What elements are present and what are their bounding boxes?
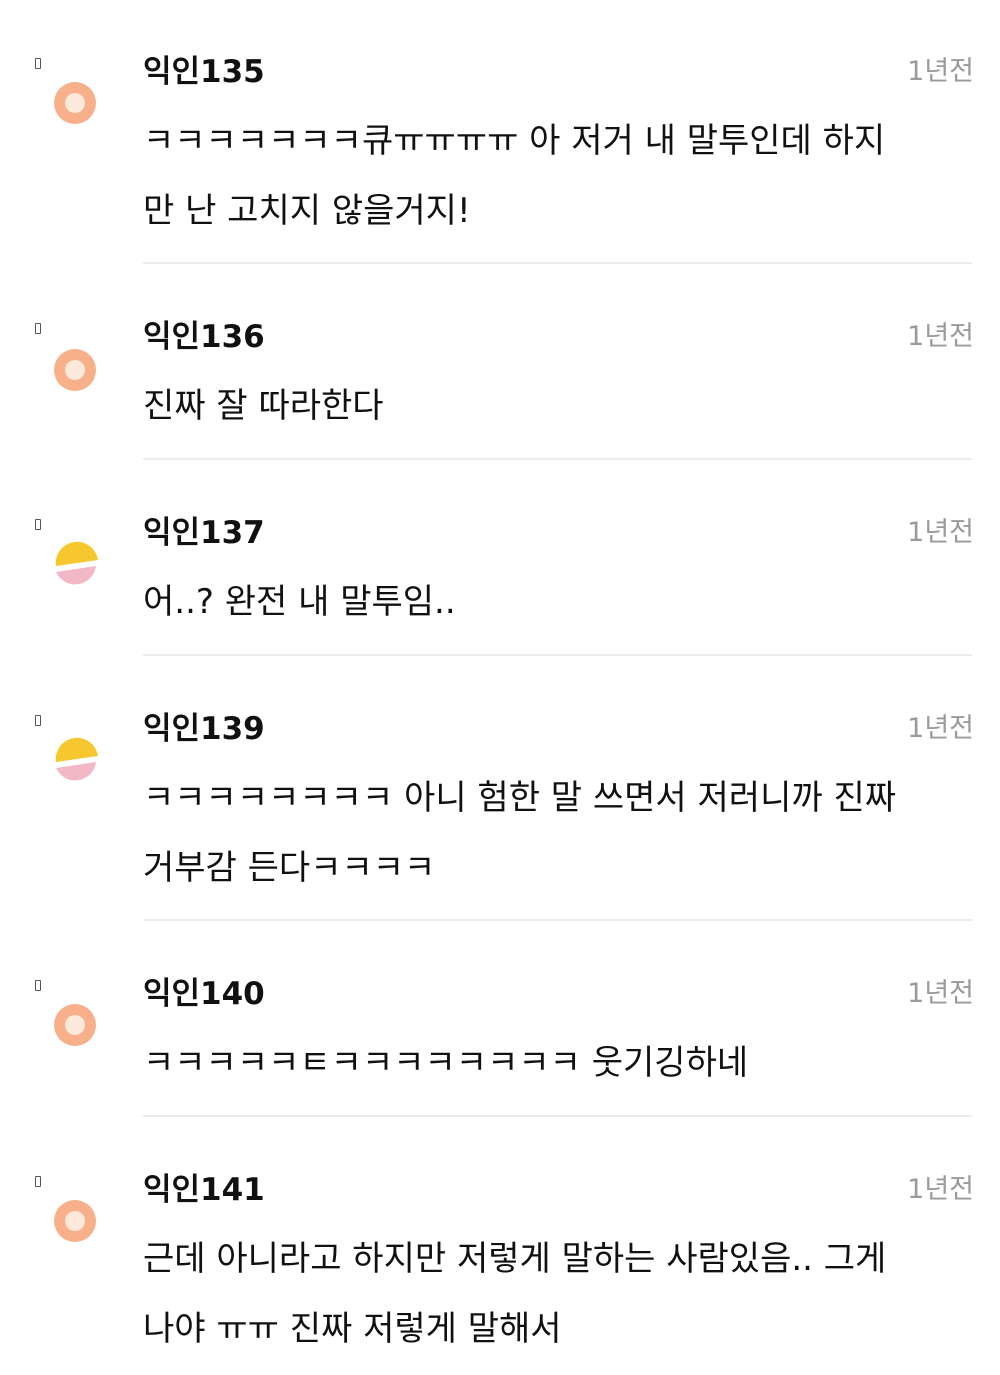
peach-ring-icon [52, 347, 98, 393]
comment-nickname: 익인139 [143, 711, 265, 747]
divider [143, 654, 972, 656]
comment-text: ㅋㅋㅋㅋㅋㅋㅋㅋ 아니 험한 말 쓰면서 저러니까 진짜 거부감 든다ㅋㅋㅋㅋ [143, 778, 897, 888]
bookmark-icon[interactable] [35, 323, 41, 334]
comment-nickname: 익인136 [143, 319, 265, 355]
comment-item: 익인135 1년전 ㅋㅋㅋㅋㅋㅋㅋ큐ㅠㅠㅠㅠ 아 저거 내 말투인데 하지 만 … [0, 0, 1000, 265]
comment-text: ㅋㅋㅋㅋㅋㅌㅋㅋㅋㅋㅋㅋㅋㅋ 웃기깅하네 [143, 1043, 749, 1083]
comment-nickname: 익인137 [143, 515, 265, 551]
comment-time: 1년전 [907, 1174, 974, 1205]
comment-item: 익인136 1년전 진짜 잘 따라한다 [0, 265, 1000, 461]
bookmark-icon[interactable] [35, 1176, 41, 1187]
comment-time: 1년전 [907, 321, 974, 352]
divider [143, 1115, 972, 1117]
comment-nickname: 익인141 [143, 1172, 265, 1208]
comment-nickname: 익인135 [143, 54, 265, 90]
divider [143, 262, 972, 264]
comment-nickname: 익인140 [143, 976, 265, 1012]
bookmark-icon[interactable] [35, 715, 41, 726]
comment-list: 익인135 1년전 ㅋㅋㅋㅋㅋㅋㅋ큐ㅠㅠㅠㅠ 아 저거 내 말투인데 하지 만 … [0, 0, 1000, 1375]
comment-time: 1년전 [907, 517, 974, 548]
comment-item: 익인140 1년전 ㅋㅋㅋㅋㅋㅌㅋㅋㅋㅋㅋㅋㅋㅋ 웃기깅하네 [0, 922, 1000, 1118]
comment-time: 1년전 [907, 978, 974, 1009]
comment-time: 1년전 [907, 56, 974, 87]
split-circle-icon [52, 541, 98, 587]
split-circle-icon [52, 737, 98, 783]
comment-text: 근데 아니라고 하지만 저렇게 말하는 사람있음.. 그게 나야 ㅠㅠ 진짜 저… [143, 1239, 887, 1349]
comment-text: 어..? 완전 내 말투임.. [143, 582, 456, 622]
peach-ring-icon [52, 80, 98, 126]
peach-ring-icon [52, 1198, 98, 1244]
divider [143, 919, 972, 921]
comment-item: 익인141 1년전 근데 아니라고 하지만 저렇게 말하는 사람있음.. 그게 … [0, 1118, 1000, 1375]
bookmark-icon[interactable] [35, 58, 41, 69]
comment-time: 1년전 [907, 713, 974, 744]
bookmark-icon[interactable] [35, 519, 41, 530]
comment-text: ㅋㅋㅋㅋㅋㅋㅋ큐ㅠㅠㅠㅠ 아 저거 내 말투인데 하지 만 난 고치지 않을거지… [143, 121, 886, 231]
comment-text: 진짜 잘 따라한다 [143, 386, 384, 426]
comment-item: 익인137 1년전 어..? 완전 내 말투임.. [0, 461, 1000, 657]
bookmark-icon[interactable] [35, 980, 41, 991]
comment-item: 익인139 1년전 ㅋㅋㅋㅋㅋㅋㅋㅋ 아니 험한 말 쓰면서 저러니까 진짜 거… [0, 657, 1000, 922]
peach-ring-icon [52, 1002, 98, 1048]
divider [143, 458, 972, 460]
